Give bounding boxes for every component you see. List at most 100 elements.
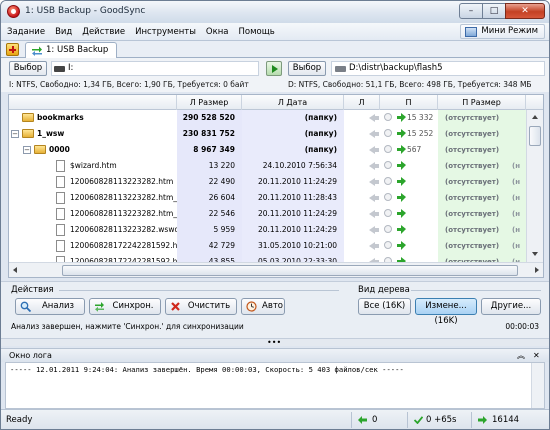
left-fs-info: I: NTFS, Свободно: 1,34 ГБ, Всего: 1,90 … (9, 80, 249, 89)
copy-left-icon[interactable] (369, 226, 379, 234)
skip-circle-icon[interactable] (384, 113, 392, 121)
file-grid[interactable]: Л Размер Л Дата Л П П Размер bookmarks 29… (8, 94, 544, 278)
copy-right-icon[interactable] (397, 241, 406, 250)
menu-job[interactable]: Задание (1, 23, 50, 41)
tree-expander-icon[interactable]: − (11, 130, 19, 138)
close-button[interactable]: ✕ (505, 3, 545, 19)
left-path-field[interactable] (51, 61, 259, 76)
scroll-thumb[interactable] (529, 126, 541, 146)
col-right[interactable]: П (380, 95, 438, 110)
tab-usb-backup[interactable]: 1: USB Backup (25, 42, 118, 58)
tree-expander-icon[interactable]: − (23, 146, 31, 154)
scroll-up-icon[interactable] (532, 115, 538, 119)
table-row[interactable]: 120060828113223282.htm_o... 22 546 20.11.2… (9, 206, 526, 222)
skip-circle-icon[interactable] (384, 145, 392, 153)
scroll-left-icon[interactable] (13, 267, 17, 273)
goodsync-logo-icon[interactable] (7, 5, 20, 18)
copy-left-icon[interactable] (369, 242, 379, 250)
left-date: 31.05.2010 10:21:00 (257, 241, 337, 250)
skip-circle-icon[interactable] (384, 241, 392, 249)
left-size: 290 528 520 (182, 113, 235, 122)
scroll-down-icon[interactable] (532, 252, 538, 256)
collapse-log-icon[interactable]: ︽ (517, 351, 525, 361)
copy-left-icon[interactable] (369, 194, 379, 202)
row-action-icons[interactable] (369, 225, 439, 235)
col-left[interactable]: Л (344, 95, 380, 110)
skip-circle-icon[interactable] (384, 177, 392, 185)
col-left-size[interactable]: Л Размер (177, 95, 242, 110)
left-browse-button[interactable]: Выбор (9, 61, 47, 76)
scroll-right-icon[interactable] (535, 267, 539, 273)
skip-circle-icon[interactable] (384, 193, 392, 201)
menu-help[interactable]: Помощь (234, 23, 280, 41)
sync-direction-button[interactable] (266, 61, 282, 76)
analyze-button[interactable]: Анализ (15, 298, 85, 315)
row-action-icons[interactable] (369, 193, 439, 203)
row-action-icons[interactable] (369, 161, 439, 171)
folder-icon (34, 145, 46, 154)
col-name[interactable] (9, 95, 177, 110)
row-action-icons[interactable] (369, 177, 439, 187)
table-row[interactable]: 120060828113223282.htm 22 490 20.11.2010 1… (9, 174, 526, 190)
col-left-date[interactable]: Л Дата (242, 95, 344, 110)
skip-circle-icon[interactable] (384, 129, 392, 137)
table-row[interactable]: $wizard.htm 13 220 24.10.2010 7:56:34 (отсу… (9, 158, 526, 174)
skip-circle-icon[interactable] (384, 209, 392, 217)
row-action-icons[interactable]: 567 (369, 145, 439, 155)
close-log-icon[interactable]: ✕ (533, 351, 540, 361)
copy-right-icon[interactable] (397, 129, 406, 138)
file-icon (56, 240, 65, 252)
skip-circle-icon[interactable] (384, 225, 392, 233)
copy-left-icon[interactable] (369, 146, 379, 154)
copy-right-icon[interactable] (397, 145, 406, 154)
row-action-icons[interactable]: 15 332 (369, 113, 439, 123)
minimize-button[interactable]: – (459, 3, 483, 19)
log-panel[interactable]: ----- 12.01.2011 9:24:04: Анализ завершё… (5, 362, 545, 409)
hscroll-thumb[interactable] (62, 265, 518, 276)
copy-left-icon[interactable] (369, 178, 379, 186)
menu-tools[interactable]: Инструменты (130, 23, 201, 41)
menu-action[interactable]: Действие (77, 23, 130, 41)
table-row[interactable]: 120060828113223282.htm_c... 26 604 20.11.2… (9, 190, 526, 206)
tree-view-other-button[interactable]: Другие... (481, 298, 541, 315)
maximize-button[interactable]: □ (482, 3, 506, 19)
table-row[interactable]: − 0000 8 967 349 (папку) 567 (отсутствует) (9, 142, 526, 158)
file-count: 567 (407, 145, 422, 154)
col-right-size[interactable]: П Размер (438, 95, 526, 110)
table-row[interactable]: 120060828172242281592.htm 42 729 31.05.201… (9, 238, 526, 254)
check-count: 0 +65s (426, 415, 457, 425)
row-action-icons[interactable] (369, 209, 439, 219)
copy-left-icon[interactable] (369, 130, 379, 138)
table-row[interactable]: bookmarks 290 528 520 (папку) 15 332 (отсутс… (9, 110, 526, 126)
log-scrollbar[interactable] (531, 363, 544, 408)
skip-circle-icon[interactable] (384, 161, 392, 169)
copy-right-icon[interactable] (397, 209, 406, 218)
horizontal-scrollbar[interactable] (9, 262, 543, 277)
panel-splitter[interactable]: ••• (1, 338, 549, 347)
tree-view-changed-button[interactable]: Измене... (16K) (415, 298, 477, 326)
copy-right-icon[interactable] (397, 177, 406, 186)
copy-right-icon[interactable] (397, 113, 406, 122)
sync-button[interactable]: Синхрон. (89, 298, 161, 315)
copy-right-icon[interactable] (397, 193, 406, 202)
right-browse-button[interactable]: Выбор (288, 61, 326, 76)
menu-view[interactable]: Вид (50, 23, 77, 41)
menu-windows[interactable]: Окна (201, 23, 234, 41)
copy-left-icon[interactable] (369, 162, 379, 170)
table-row[interactable]: 120060828113223282.wswdb 5 959 20.11.2010 … (9, 222, 526, 238)
copy-right-icon[interactable] (397, 161, 406, 170)
auto-label: Авто (262, 301, 283, 311)
row-action-icons[interactable] (369, 241, 439, 251)
row-action-icons[interactable]: 15 252 (369, 129, 439, 139)
title-bar[interactable]: 1: USB Backup - GoodSync – □ ✕ (1, 1, 549, 23)
vertical-scrollbar[interactable] (526, 110, 543, 262)
clear-button[interactable]: Очистить (165, 298, 237, 315)
copy-left-icon[interactable] (369, 210, 379, 218)
copy-right-icon[interactable] (397, 225, 406, 234)
table-row[interactable]: − 1_wsw 230 831 752 (папку) 15 252 (отсутству… (9, 126, 526, 142)
add-job-icon[interactable] (6, 43, 19, 56)
mini-mode-button[interactable]: Мини Режим (460, 24, 545, 39)
tree-view-all-button[interactable]: Все (16K) (358, 298, 411, 315)
auto-button[interactable]: Авто (241, 298, 285, 315)
copy-left-icon[interactable] (369, 114, 379, 122)
